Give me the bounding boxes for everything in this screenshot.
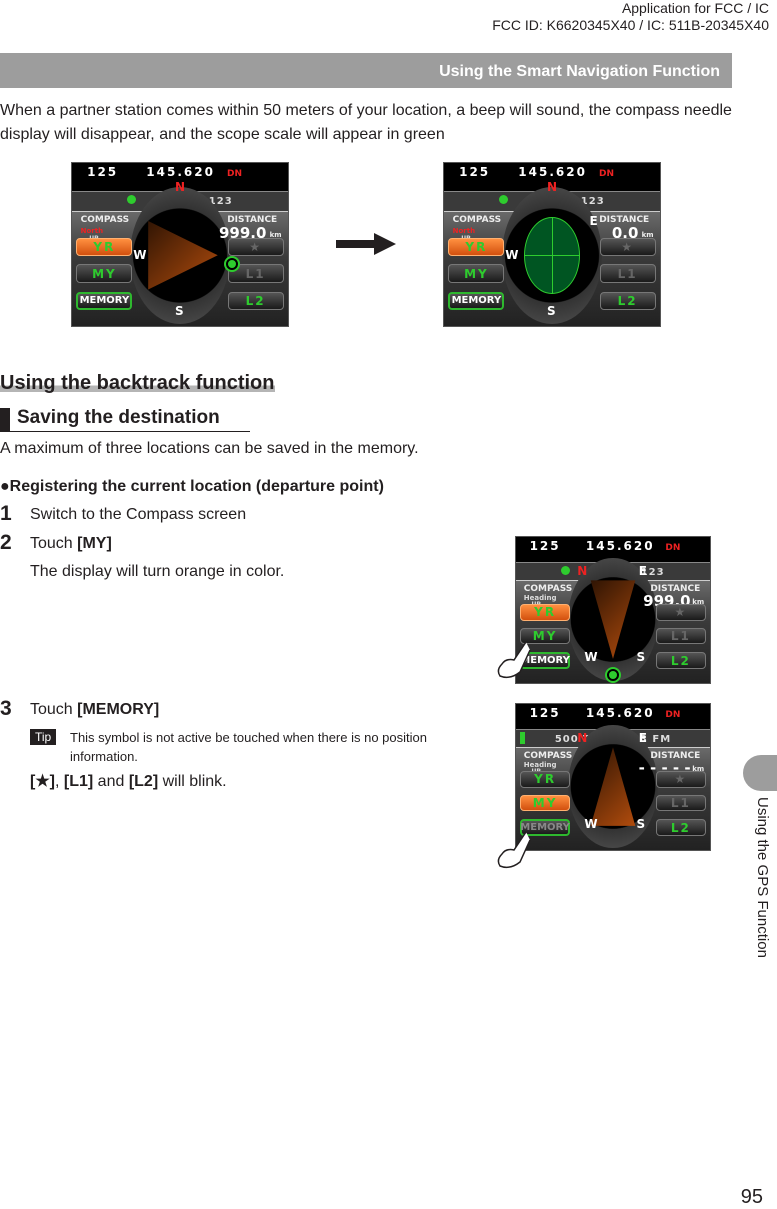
subsection-title: Saving the destination — [0, 406, 250, 432]
description: A maximum of three locations can be save… — [0, 440, 419, 457]
cardinal-n: N — [547, 179, 558, 194]
channel: 125 — [529, 706, 561, 720]
bullet-icon: ● — [0, 478, 10, 495]
cardinal-w: W — [133, 248, 147, 263]
orientation-mode: North — [452, 226, 476, 235]
yr-button[interactable]: YR — [76, 238, 133, 257]
hand-pointer-icon — [497, 831, 531, 869]
frequency: 145.620 — [146, 165, 215, 179]
dn-bluetooth-gps-icons: DN — [226, 169, 242, 179]
memory-button[interactable]: MEMORY — [448, 291, 505, 311]
memory-button[interactable]: MEMORY — [76, 291, 133, 311]
star-button[interactable]: ★ — [655, 604, 707, 621]
screen-memory: 125145.620DN500 TOKYO-23 FMNEWSCOMPASSHe… — [515, 703, 711, 851]
cardinal-n: N — [577, 564, 588, 579]
channel: 125 — [459, 165, 491, 179]
cardinal-n: N — [577, 731, 588, 746]
tip-note: Tip This symbol is not active be touched … — [30, 728, 460, 766]
l1-button[interactable]: L1 — [655, 794, 707, 812]
cardinal-s: S — [636, 816, 646, 831]
chapter-tab — [743, 755, 777, 791]
status-dot-icon — [499, 194, 509, 204]
my-button[interactable]: MY — [448, 264, 505, 283]
dn-bluetooth-gps-icons: DN — [665, 710, 681, 720]
star-button[interactable]: ★ — [655, 771, 707, 788]
compass-body: NWSCOMPASSNorthUPDISTANCE999.0kmYRMYMEMO… — [72, 180, 288, 326]
compass-label: COMPASS — [80, 215, 130, 226]
l1-button[interactable]: L1 — [655, 627, 707, 645]
compass-body: NWSECOMPASSNorthUPDISTANCE0.0kmYRMYMEMOR… — [444, 180, 660, 326]
step-2: 2 Touch [MY] The display will turn orange… — [0, 531, 285, 580]
compass-label: COMPASS — [523, 583, 573, 594]
frequency: 145.620 — [585, 539, 655, 553]
compass-body: NEWSCOMPASSHeadingUPDISTANCE999.0kmYRMYM… — [516, 558, 710, 683]
compass-label: COMPASS — [452, 215, 502, 226]
section-bar: Using the Smart Navigation Function — [0, 53, 732, 88]
cardinal-s: S — [175, 304, 184, 319]
channel: 125 — [87, 165, 119, 179]
orientation-mode: North — [80, 226, 104, 235]
intro-text: When a partner station comes within 50 m… — [0, 102, 732, 143]
yr-button[interactable]: YR — [448, 238, 505, 257]
arrow-right-icon — [336, 233, 396, 255]
status-dot-icon — [561, 565, 571, 575]
l2-button[interactable]: L2 — [227, 291, 284, 311]
compass-dial: N E W S — [568, 558, 658, 681]
screen-after: 125145.620DNJA1ZRL-123NWSECOMPASSNorthUP… — [443, 162, 661, 327]
compass-dial: N W S — [130, 180, 230, 324]
cardinal-s: S — [636, 649, 646, 664]
bullet-heading: ●Registering the current location (depar… — [0, 478, 384, 495]
dn-bluetooth-gps-icons: DN — [598, 169, 614, 179]
cardinal-e: E — [638, 731, 647, 746]
yr-button[interactable]: YR — [519, 604, 571, 621]
step-1: 1 Switch to the Compass screen — [0, 502, 247, 525]
frequency: 145.620 — [585, 706, 655, 720]
cardinal-s: S — [547, 304, 556, 319]
star-button[interactable]: ★ — [227, 238, 284, 257]
blink-text: [★], [L1] and [L2] will blink. — [30, 773, 227, 790]
cardinal-n: N — [175, 179, 186, 194]
cardinal-w: W — [584, 649, 598, 664]
scope-crosshair-v — [551, 216, 553, 294]
partner-location-icon — [226, 257, 239, 270]
step-3: 3 Touch [MEMORY] Tip This symbol is not ac… — [0, 697, 470, 790]
fcc-header: Application for FCC / IC FCC ID: K662034… — [492, 0, 769, 33]
cardinal-w: W — [584, 816, 598, 831]
my-button[interactable]: MY — [519, 794, 571, 812]
compass-dial: N W S E — [502, 180, 602, 324]
hand-pointer-icon — [497, 641, 531, 679]
dn-bluetooth-gps-icons: DN — [665, 543, 681, 553]
my-button[interactable]: MY — [76, 264, 133, 283]
cardinal-e: E — [589, 214, 598, 229]
l1-button[interactable]: L1 — [599, 264, 656, 283]
screen-before: 125145.620DNJA1ZRL-123NWSCOMPASSNorthUPD… — [71, 162, 289, 327]
section-title: Using the backtrack function — [0, 370, 275, 396]
status-dot-icon — [127, 194, 137, 204]
cardinal-w: W — [505, 248, 519, 263]
frequency: 145.620 — [518, 165, 587, 179]
compass-body: NEWSCOMPASSHeadingUPDISTANCE- - - - -kmY… — [516, 725, 710, 850]
compass-label: COMPASS — [523, 750, 573, 761]
compass-dial: N E W S — [568, 725, 658, 848]
star-button[interactable]: ★ — [599, 238, 656, 257]
cardinal-e: E — [638, 564, 647, 579]
channel: 125 — [529, 539, 561, 553]
l2-button[interactable]: L2 — [655, 819, 707, 836]
signal-bar-icon — [519, 731, 525, 744]
chapter-label: Using the GPS Function — [754, 797, 771, 958]
tip-badge: Tip — [30, 729, 57, 745]
l2-button[interactable]: L2 — [599, 291, 656, 311]
l2-button[interactable]: L2 — [655, 652, 707, 669]
screen-my-orange: 125145.620DNJA1ZRL-123NEWSCOMPASSHeading… — [515, 536, 711, 684]
yr-button[interactable]: YR — [519, 771, 571, 788]
